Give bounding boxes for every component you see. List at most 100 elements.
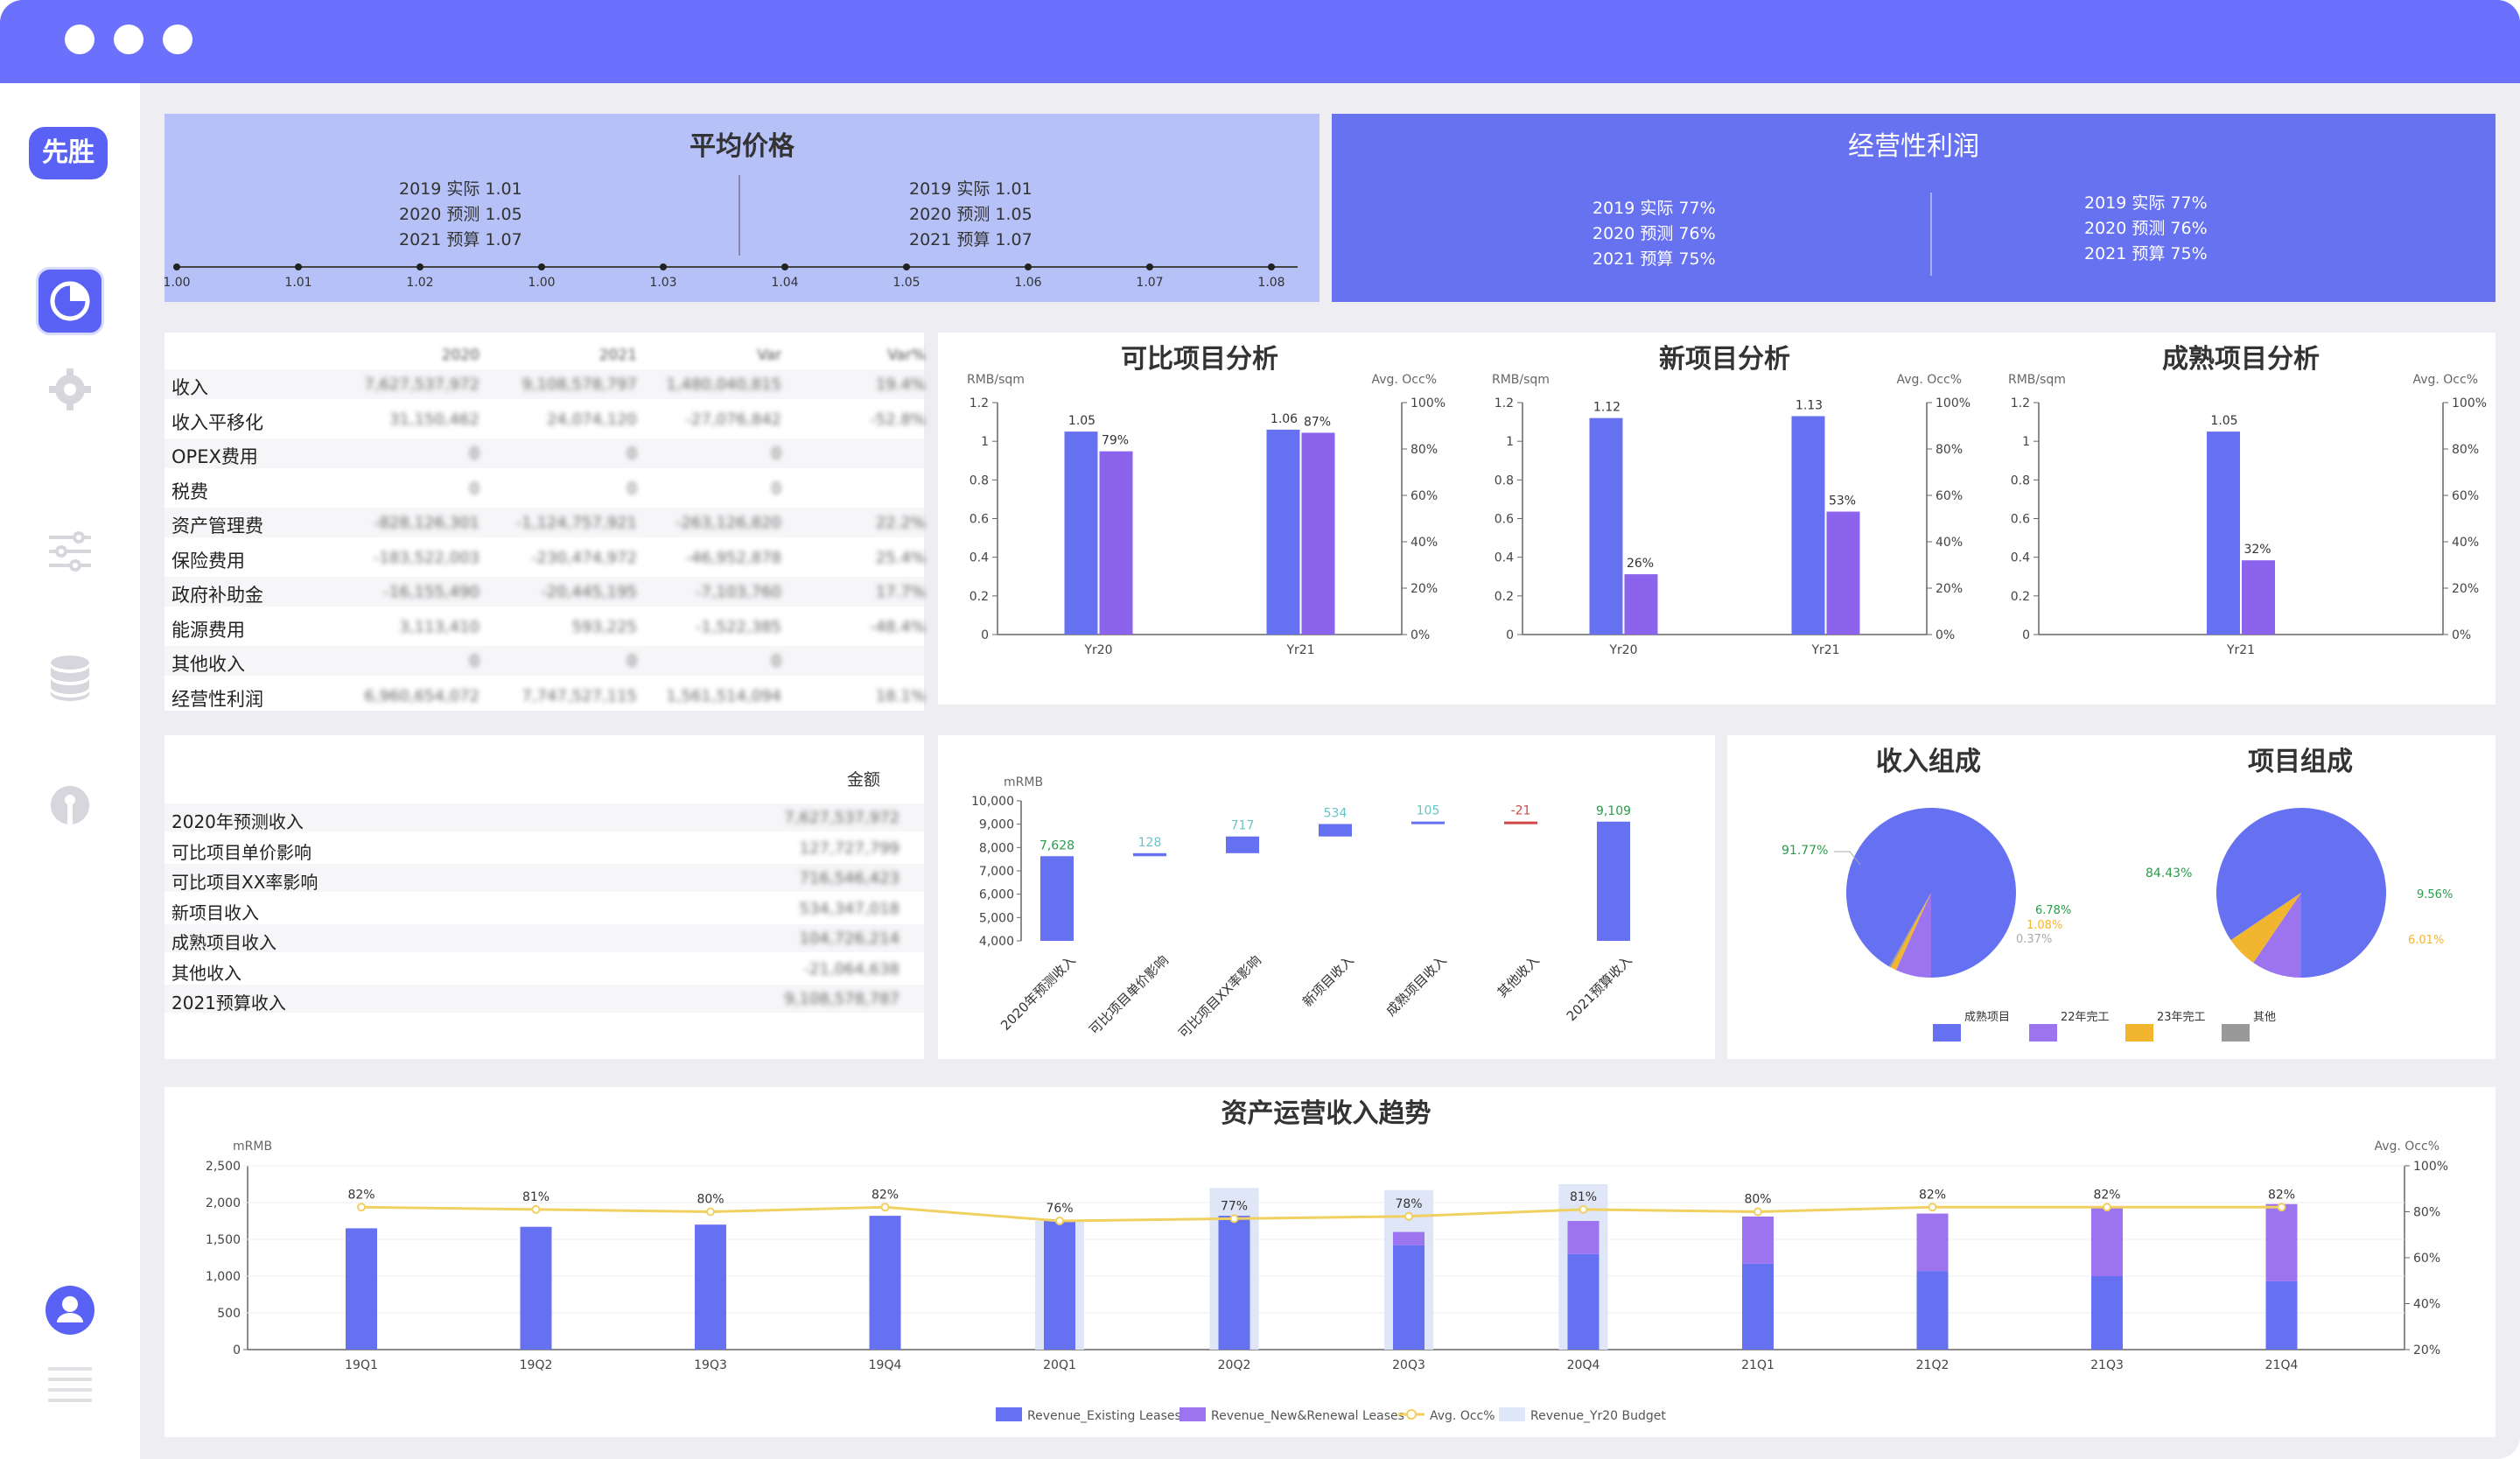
stat-line: 2020 预测 1.05 <box>909 205 1032 224</box>
bar-existing <box>2265 1280 2298 1350</box>
data-label: 717 <box>1231 819 1255 833</box>
data-label: 82% <box>1919 1188 1946 1202</box>
table-cell: 0 <box>626 479 637 498</box>
y-tick-label: 4,000 <box>979 935 1014 949</box>
bar-existing <box>869 1216 901 1350</box>
legend-label: 22年完工 <box>2061 1011 2110 1024</box>
bar-existing <box>1567 1253 1600 1350</box>
bar-new <box>1916 1213 1949 1272</box>
bar-existing <box>1742 1263 1774 1350</box>
y-tick-label: 0 <box>1506 628 1514 642</box>
y2-tick-label: 20% <box>2452 582 2479 596</box>
table-cell: -20,445,195 <box>541 583 637 601</box>
op-profit-panel: 经营性利润 2019 实际 77% 2020 预测 76% 2021 预算 75… <box>1332 114 2496 302</box>
waterfall-bar <box>1040 856 1074 941</box>
y-tick-label: 1 <box>1506 435 1514 449</box>
x-tick-label: 新项目收入 <box>1299 952 1357 1010</box>
x-tick-label: 20Q1 <box>1043 1358 1076 1372</box>
y2-tick-label: 80% <box>1410 443 1438 457</box>
axis-tick-dot <box>781 263 788 270</box>
app-logo[interactable]: 先胜 <box>29 127 108 179</box>
axis-unit: mRMB <box>1004 775 1043 789</box>
op-profit-right-stats: 2019 实际 77% 2020 预测 76% 2021 预算 75% <box>2084 191 2208 267</box>
x-tick-label: 19Q1 <box>345 1358 378 1372</box>
trend-panel: 资产运营收入趋势 mRMB Avg. Occ% 0 500 1,000 1,500 2,000… <box>164 1087 2496 1437</box>
gauge-icon[interactable] <box>44 779 96 831</box>
sliders-icon[interactable] <box>44 525 96 578</box>
y-tick-label: 9,000 <box>979 818 1014 832</box>
bar-new <box>1567 1221 1600 1254</box>
data-label: 1.08% <box>2026 919 2062 932</box>
table-cell: 7,627,537,972 <box>784 809 900 827</box>
table-header: 2021 <box>598 347 637 364</box>
axis-unit: Avg. Occ% <box>1371 373 1437 387</box>
legend-label: Avg. Occ% <box>1430 1409 1495 1423</box>
axis-unit: RMB/sqm <box>967 373 1025 387</box>
sidebar: 先胜 <box>0 83 140 1459</box>
axis-tick-dot <box>295 263 302 270</box>
legend-swatch <box>1499 1407 1525 1421</box>
waterfall-bar <box>1597 821 1630 941</box>
window-zoom-button[interactable] <box>163 25 192 54</box>
y2-tick-label: 20% <box>2413 1343 2440 1357</box>
y-tick-label: 0.6 <box>1494 513 1514 527</box>
legend-label: Revenue_Yr20 Budget <box>1530 1409 1666 1423</box>
data-label: 81% <box>522 1190 550 1204</box>
occ-point <box>2103 1203 2111 1212</box>
x-tick-label: 21Q2 <box>1916 1358 1950 1372</box>
axis-tick-dot <box>1268 263 1275 270</box>
op-profit-title: 经营性利润 <box>1848 131 1979 162</box>
bar-new <box>2091 1207 2123 1276</box>
y2-tick-label: 40% <box>2452 536 2479 550</box>
bar-occ <box>1099 451 1133 635</box>
bar-existing <box>520 1226 552 1350</box>
database-icon[interactable] <box>44 652 96 705</box>
y2-tick-label: 60% <box>1936 489 1963 503</box>
axis-tick-label: 1.04 <box>771 276 798 290</box>
chart-title: 资产运营收入趋势 <box>1222 1098 1432 1129</box>
axis-unit: RMB/sqm <box>1492 373 1550 387</box>
y2-tick-label: 40% <box>1410 536 1438 550</box>
op-profit-left-stats: 2019 实际 77% 2020 预测 76% 2021 预算 75% <box>1592 196 1716 272</box>
table-cell: -48.4% <box>870 617 926 636</box>
axis-tick-dot <box>660 263 667 270</box>
data-label: 79% <box>1102 434 1129 448</box>
y-tick-label: 1 <box>981 435 989 449</box>
menu-icon[interactable] <box>48 1365 92 1404</box>
x-tick-label: 19Q2 <box>520 1358 553 1372</box>
occ-point <box>1578 1204 1588 1214</box>
bar-new <box>1393 1231 1424 1245</box>
gear-icon[interactable] <box>44 363 96 416</box>
data-label: 1.06 <box>1270 412 1298 426</box>
data-label: 7,628 <box>1040 838 1074 852</box>
row-label: 资产管理费 <box>172 516 263 537</box>
table-cell: 1,480,040,815 <box>666 375 781 394</box>
data-label: 81% <box>1570 1190 1597 1204</box>
bar-price <box>1791 416 1825 635</box>
y2-tick-label: 40% <box>2413 1298 2440 1312</box>
y-tick-label: 5,000 <box>979 911 1014 925</box>
table-cell: 9,108,578,787 <box>784 990 900 1008</box>
axis-tick-label: 1.02 <box>406 276 433 290</box>
chart-title: 收入组成 <box>1876 747 1981 777</box>
user-avatar-icon[interactable] <box>42 1282 98 1338</box>
bar-price <box>2207 431 2240 635</box>
sidebar-item-dashboard[interactable] <box>36 267 104 335</box>
axis-unit: Avg. Occ% <box>2412 373 2478 387</box>
y-tick-label: 10,000 <box>971 795 1014 809</box>
x-tick-label: 可比项目XX率影响 <box>1175 952 1264 1042</box>
window-close-button[interactable] <box>65 25 94 54</box>
bar-existing <box>346 1228 377 1350</box>
row-label: 税费 <box>172 480 208 502</box>
y-tick-label: 0 <box>233 1343 241 1357</box>
window-minimize-button[interactable] <box>114 25 144 54</box>
y-tick-label: 2,500 <box>206 1160 241 1174</box>
x-tick-label: 21Q1 <box>1741 1358 1774 1372</box>
pl-table-panel: 2020 2021 Var Var% 收入 7,627,537,972 9,108,578,… <box>164 333 926 711</box>
stat-line: 2021 预算 75% <box>2084 244 2208 263</box>
occ-point <box>2277 1203 2286 1212</box>
y-tick-label: 2,000 <box>206 1196 241 1210</box>
occ-point <box>1229 1214 1239 1224</box>
occ-point <box>1055 1217 1064 1225</box>
data-label: 78% <box>1395 1197 1422 1211</box>
